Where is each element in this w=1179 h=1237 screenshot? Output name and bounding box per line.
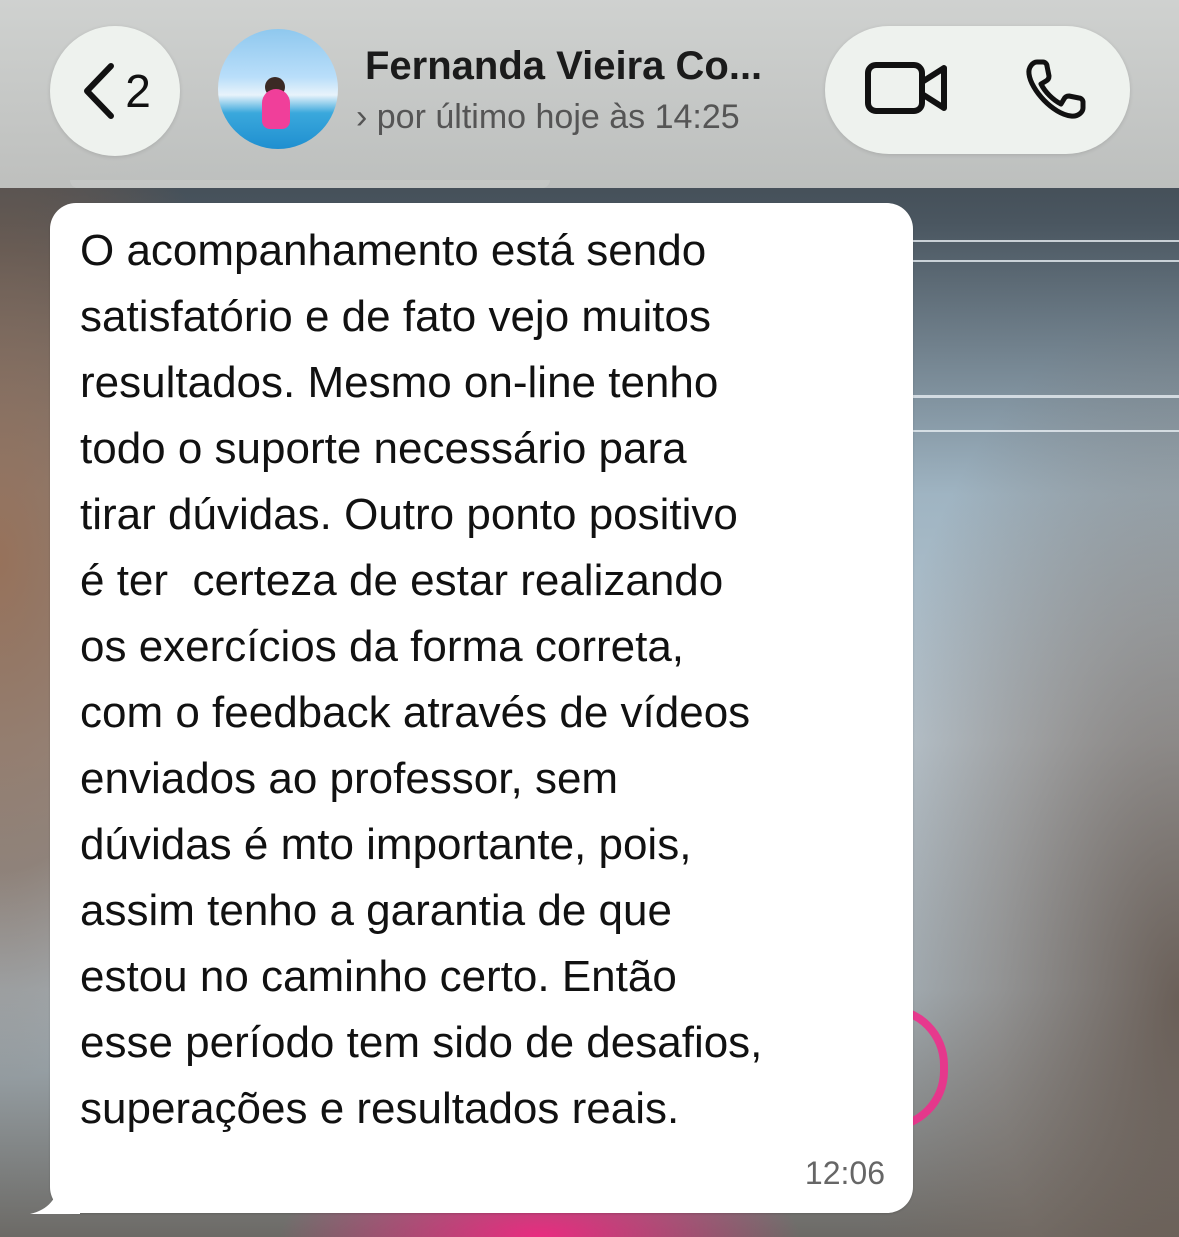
phone-icon — [1023, 56, 1089, 127]
video-call-button[interactable] — [865, 58, 949, 122]
wallpaper-power-lines — [910, 230, 1179, 490]
voice-call-button[interactable] — [1021, 56, 1091, 126]
chat-header: 2 Fernanda Vieira Co... › por último hoj… — [0, 0, 1179, 188]
contact-name[interactable]: Fernanda Vieira Co... — [365, 44, 805, 89]
video-camera-icon — [865, 60, 949, 121]
message-text: O acompanhamento está sendo satisfatório… — [80, 226, 763, 1133]
chevron-left-icon — [79, 61, 119, 121]
unread-count: 2 — [125, 65, 151, 117]
back-button[interactable]: 2 — [50, 26, 180, 156]
contact-avatar[interactable] — [218, 29, 338, 149]
message-timestamp: 12:06 — [804, 1155, 885, 1191]
call-actions — [825, 26, 1130, 154]
bubble-tail — [30, 1180, 80, 1214]
contact-last-seen: › por último hoje às 14:25 — [356, 98, 740, 136]
avatar-figure-body — [262, 89, 290, 129]
